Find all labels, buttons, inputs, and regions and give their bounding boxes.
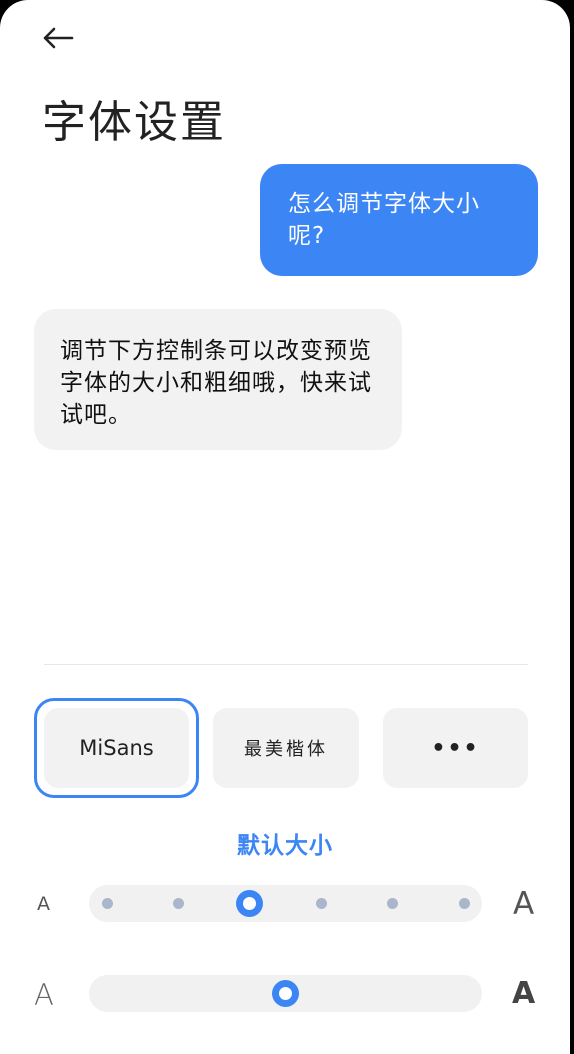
font-size-step-dot [458, 898, 470, 909]
size-max-glyph: A [513, 886, 535, 922]
font-size-step-dot [315, 898, 327, 909]
font-weight-slider[interactable] [89, 975, 482, 1012]
font-settings-screen: 字体设置 怎么调节字体大小呢? 调节下方控制条可以改变预览字体的大小和粗细哦，快… [0, 0, 570, 1054]
size-min-glyph: A [37, 893, 50, 915]
font-weight-slider-thumb[interactable] [272, 980, 299, 1007]
bot-message-bubble: 调节下方控制条可以改变预览字体的大小和粗细哦，快来试试吧。 [34, 309, 402, 450]
size-value-label: 默认大小 [237, 833, 333, 859]
font-option-more-button[interactable]: ••• [383, 708, 528, 788]
more-dots-icon: ••• [431, 735, 480, 761]
font-size-slider[interactable] [89, 885, 482, 922]
back-button[interactable] [36, 18, 80, 58]
font-size-step-dot [101, 898, 113, 909]
font-option-misans[interactable]: MiSans [44, 708, 189, 788]
arrow-left-icon [43, 27, 74, 49]
font-size-step-dot [172, 898, 184, 909]
divider [44, 664, 528, 665]
font-size-slider-thumb[interactable] [236, 890, 264, 917]
weight-min-glyph: A [34, 978, 54, 1012]
weight-max-glyph: A [512, 976, 536, 1011]
user-message-bubble: 怎么调节字体大小呢? [260, 164, 538, 276]
page-title: 字体设置 [42, 97, 226, 148]
font-option-kaiti[interactable]: 最美楷体 [213, 708, 359, 788]
font-size-step-dot [387, 898, 399, 909]
